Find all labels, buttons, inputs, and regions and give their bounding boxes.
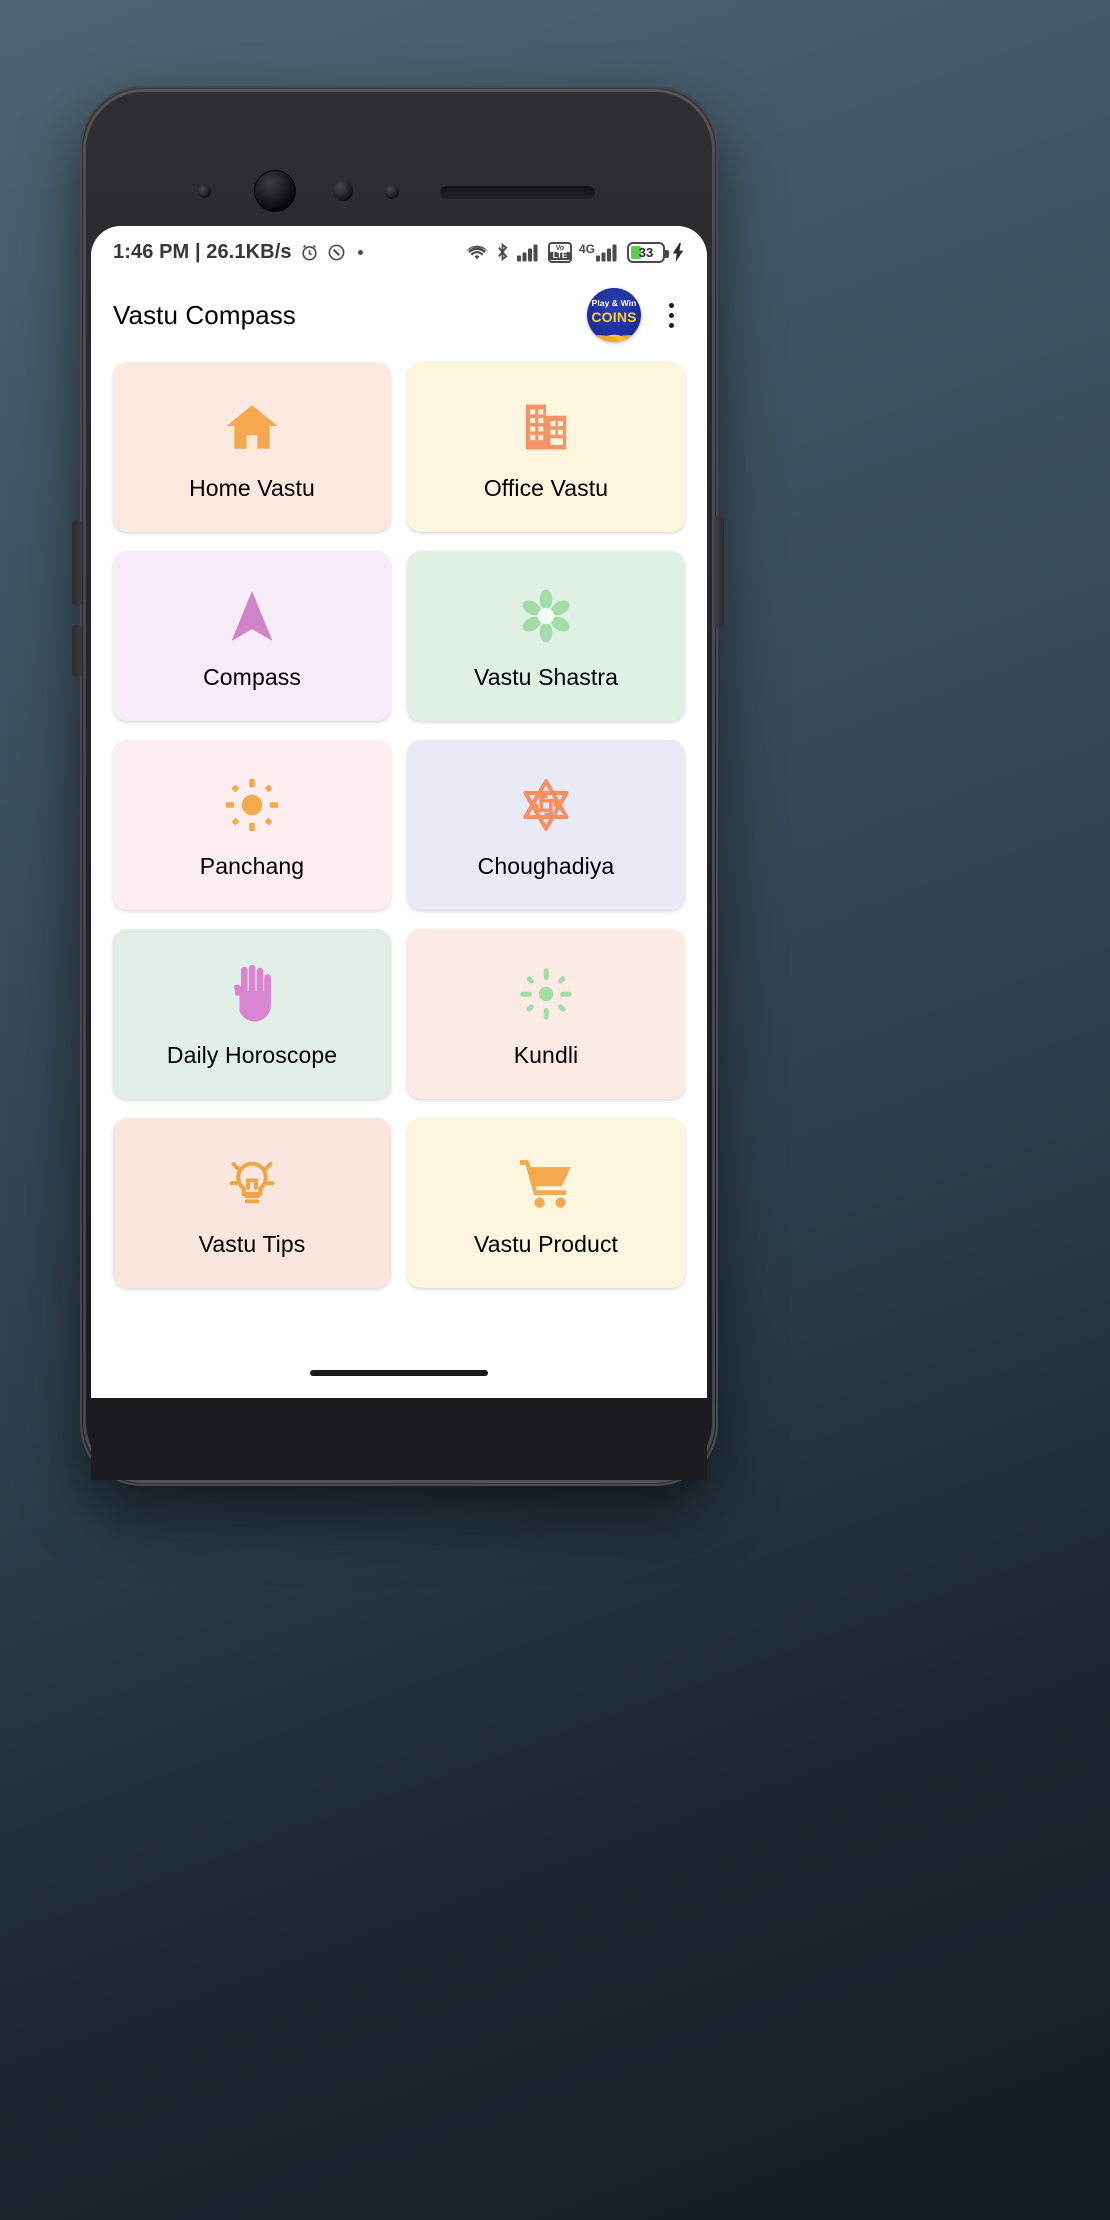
light-sensor-icon: [333, 181, 353, 201]
grid-card-label: Home Vastu: [189, 474, 315, 501]
app-bar: Vastu Compass Play & Win COINS: [91, 278, 707, 352]
home-gesture-pill[interactable]: [310, 1370, 488, 1376]
lightbulb-icon: [224, 1149, 280, 1217]
grid-card-label: Office Vastu: [483, 474, 609, 501]
menu-dot-icon: [668, 302, 674, 308]
status-time-and-network-speed: 1:46 PM | 26.1KB/s: [113, 240, 292, 263]
grid-card-compass[interactable]: Compass: [113, 551, 391, 721]
signal-bars-icon: [516, 244, 538, 261]
grid-card-vastu-tips[interactable]: Vastu Tips: [113, 1118, 391, 1288]
grid-card-label: Vastu Product: [473, 1230, 619, 1257]
menu-dot-icon: [668, 322, 674, 328]
office-building-icon: [519, 393, 573, 461]
status-bar: 1:46 PM | 26.1KB/s Vo LTE 4G 33: [91, 226, 707, 278]
front-camera-icon: [255, 171, 295, 211]
coin-pile-decoration: [589, 328, 639, 342]
shopping-cart-icon: [518, 1149, 574, 1217]
page-title: Vastu Compass: [113, 299, 296, 330]
grid-card-label: Daily Horoscope: [166, 1041, 338, 1068]
grid-card-panchang[interactable]: Panchang: [113, 740, 391, 910]
grid-card-label: Panchang: [199, 852, 305, 879]
grid-card-label: Vastu Tips: [198, 1230, 306, 1257]
volume-down-button[interactable]: [72, 625, 82, 677]
status-bar-right: Vo LTE 4G 33: [465, 241, 685, 263]
grid-card-label: Compass: [203, 663, 301, 690]
4g-signal-group: 4G: [579, 243, 620, 262]
overflow-menu-button[interactable]: [653, 292, 689, 338]
phone-screen: 1:46 PM | 26.1KB/s Vo LTE 4G 33 Vastu Co…: [91, 226, 707, 1398]
sun-burst-icon: [519, 960, 573, 1028]
grid-card-label: Vastu Shastra: [473, 663, 619, 690]
grid-card-choughadiya[interactable]: Choughadiya: [407, 740, 685, 910]
home-icon: [223, 393, 281, 461]
grid-card-vastu-product[interactable]: Vastu Product: [407, 1118, 685, 1288]
flower-icon: [518, 582, 574, 650]
palm-hand-icon: [226, 960, 278, 1028]
play-and-win-coins-button[interactable]: Play & Win COINS: [587, 288, 641, 342]
battery-icon: 33: [627, 241, 669, 263]
ir-sensor-icon: [385, 185, 399, 199]
charging-bolt-icon: [672, 242, 684, 262]
earpiece-speaker: [440, 186, 595, 199]
grid-card-vastu-shastra[interactable]: Vastu Shastra: [407, 551, 685, 721]
grid-card-daily-horoscope[interactable]: Daily Horoscope: [113, 929, 391, 1099]
star-swastika-icon: [517, 771, 575, 839]
grid-card-office-vastu[interactable]: Office Vastu: [407, 362, 685, 532]
power-button[interactable]: [714, 516, 724, 628]
grid-card-label: Kundli: [513, 1041, 579, 1068]
wifi-icon: [465, 245, 488, 259]
battery-percent-label: 33: [638, 244, 654, 260]
grid-card-kundli[interactable]: Kundli: [407, 929, 685, 1099]
battery-status: 33: [627, 241, 685, 263]
phone-chin: [91, 1398, 707, 1480]
do-not-disturb-icon: [328, 244, 345, 260]
signal-bars-2-icon: [596, 244, 617, 261]
volte-icon: Vo LTE: [547, 241, 572, 263]
sun-icon: [224, 771, 280, 839]
coins-badge-top-text: Play & Win: [591, 298, 637, 308]
menu-dot-icon: [668, 312, 674, 318]
navigation-arrow-icon: [226, 582, 278, 650]
status-bar-left: 1:46 PM | 26.1KB/s: [113, 241, 466, 264]
coins-badge-main-text: COINS: [591, 309, 637, 325]
proximity-sensor-icon: [198, 185, 211, 198]
grid-card-home-vastu[interactable]: Home Vastu: [113, 362, 391, 532]
system-navigation-bar: [91, 1348, 707, 1398]
feature-grid: Home Vastu Office Vastu Compass Vastu Sh…: [91, 352, 707, 1288]
sensor-cluster: [150, 171, 650, 215]
bluetooth-icon: [498, 242, 508, 262]
grid-card-label: Choughadiya: [477, 852, 615, 879]
4g-label: 4G: [578, 241, 595, 256]
alarm-icon: [301, 244, 317, 260]
volume-up-button[interactable]: [72, 520, 82, 606]
dot-indicator: [357, 249, 363, 255]
